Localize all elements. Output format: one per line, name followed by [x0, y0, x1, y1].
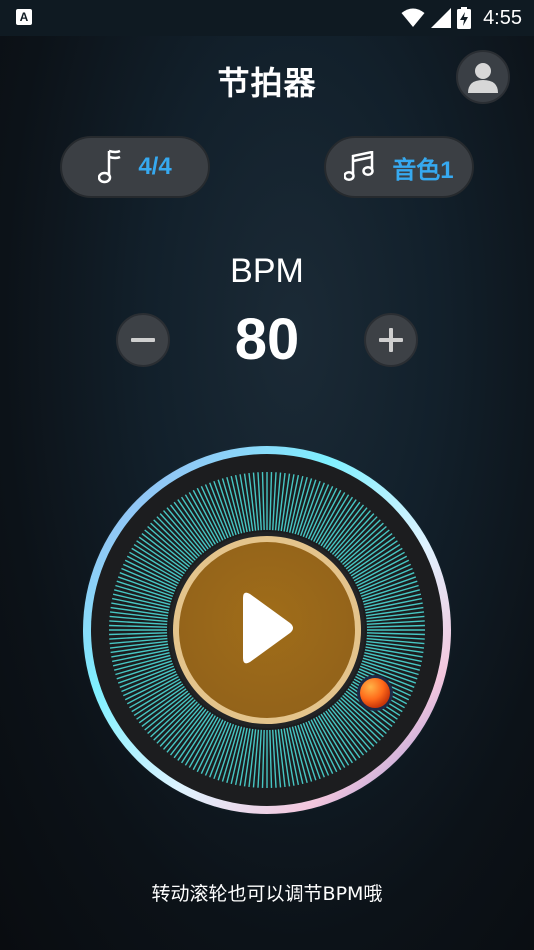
app-indicator: A — [16, 9, 32, 25]
music-note-icon — [98, 149, 121, 184]
plus-icon — [379, 328, 403, 352]
status-bar: A 4:55 — [0, 0, 534, 36]
decrease-bpm-button[interactable] — [116, 313, 170, 367]
bpm-value: 80 — [234, 307, 300, 372]
wifi-icon — [401, 8, 425, 27]
increase-bpm-button[interactable] — [364, 313, 418, 367]
bpm-dial[interactable] — [80, 443, 454, 817]
bpm-label: BPM — [230, 252, 304, 290]
page-title: 节拍器 — [217, 64, 317, 102]
minus-icon — [131, 338, 155, 342]
user-avatar-icon — [468, 63, 498, 93]
time-signature-button[interactable]: 4/4 — [60, 136, 210, 198]
sound-select-button[interactable]: 音色1 — [324, 136, 474, 198]
music-notes-icon — [344, 151, 375, 182]
signal-icon — [431, 8, 452, 28]
app-notification-icon: A — [16, 9, 34, 27]
battery-charging-icon — [457, 7, 472, 29]
time-signature-label: 4/4 — [138, 153, 172, 180]
dial-knob[interactable] — [360, 678, 390, 708]
status-icons: 4:55 — [401, 6, 522, 30]
profile-button[interactable] — [456, 50, 510, 104]
sound-label: 音色1 — [392, 156, 454, 184]
dial-hint-text: 转动滚轮也可以调节BPM哦 — [151, 883, 383, 905]
clock: 4:55 — [483, 6, 522, 29]
